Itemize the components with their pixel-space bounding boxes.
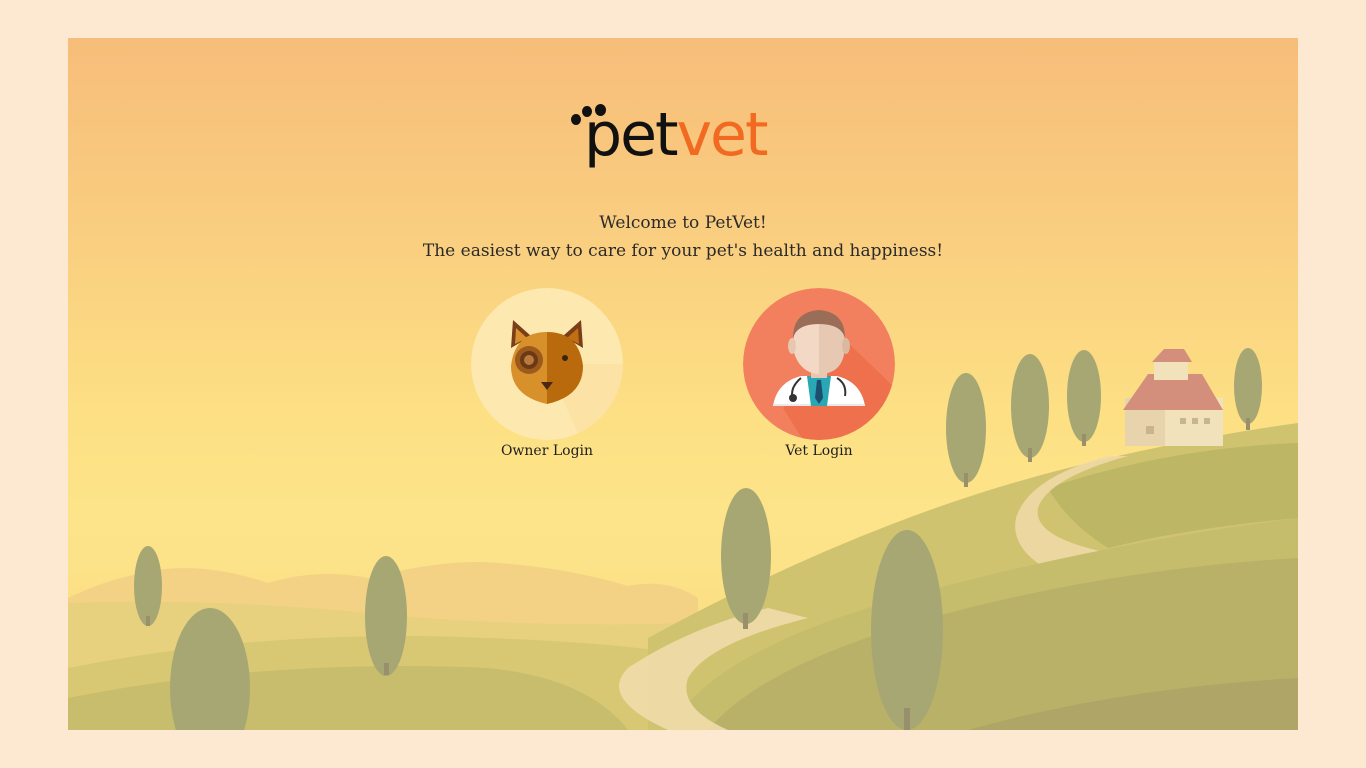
tree (1067, 350, 1101, 446)
tree (365, 556, 407, 676)
welcome-tagline: The easiest way to care for your pet's h… (422, 241, 944, 261)
tree (134, 546, 162, 626)
tree (1234, 348, 1262, 430)
owner-login-circle[interactable] (471, 288, 623, 440)
dog-icon (471, 288, 623, 440)
logo-pet-text: pet (584, 100, 679, 170)
petvet-logo: petvet (568, 96, 798, 180)
tree (871, 530, 943, 730)
owner-login-button[interactable]: Owner Login (471, 288, 623, 461)
owner-login-label[interactable]: Owner Login (471, 441, 623, 461)
vet-login-circle[interactable] (743, 288, 895, 440)
tree (946, 373, 986, 487)
tree (1011, 354, 1049, 462)
vet-login-label[interactable]: Vet Login (743, 441, 895, 461)
welcome-heading: Welcome to PetVet! (599, 213, 767, 233)
vet-login-button[interactable]: Vet Login (743, 288, 895, 461)
logo-wordmark: petvet (584, 100, 769, 170)
landing-panel: petvet Welcome to PetVet! The easiest wa… (68, 38, 1298, 730)
veterinarian-icon (743, 288, 895, 440)
farmhouse (1123, 349, 1223, 446)
logo-vet-text: vet (676, 100, 769, 170)
